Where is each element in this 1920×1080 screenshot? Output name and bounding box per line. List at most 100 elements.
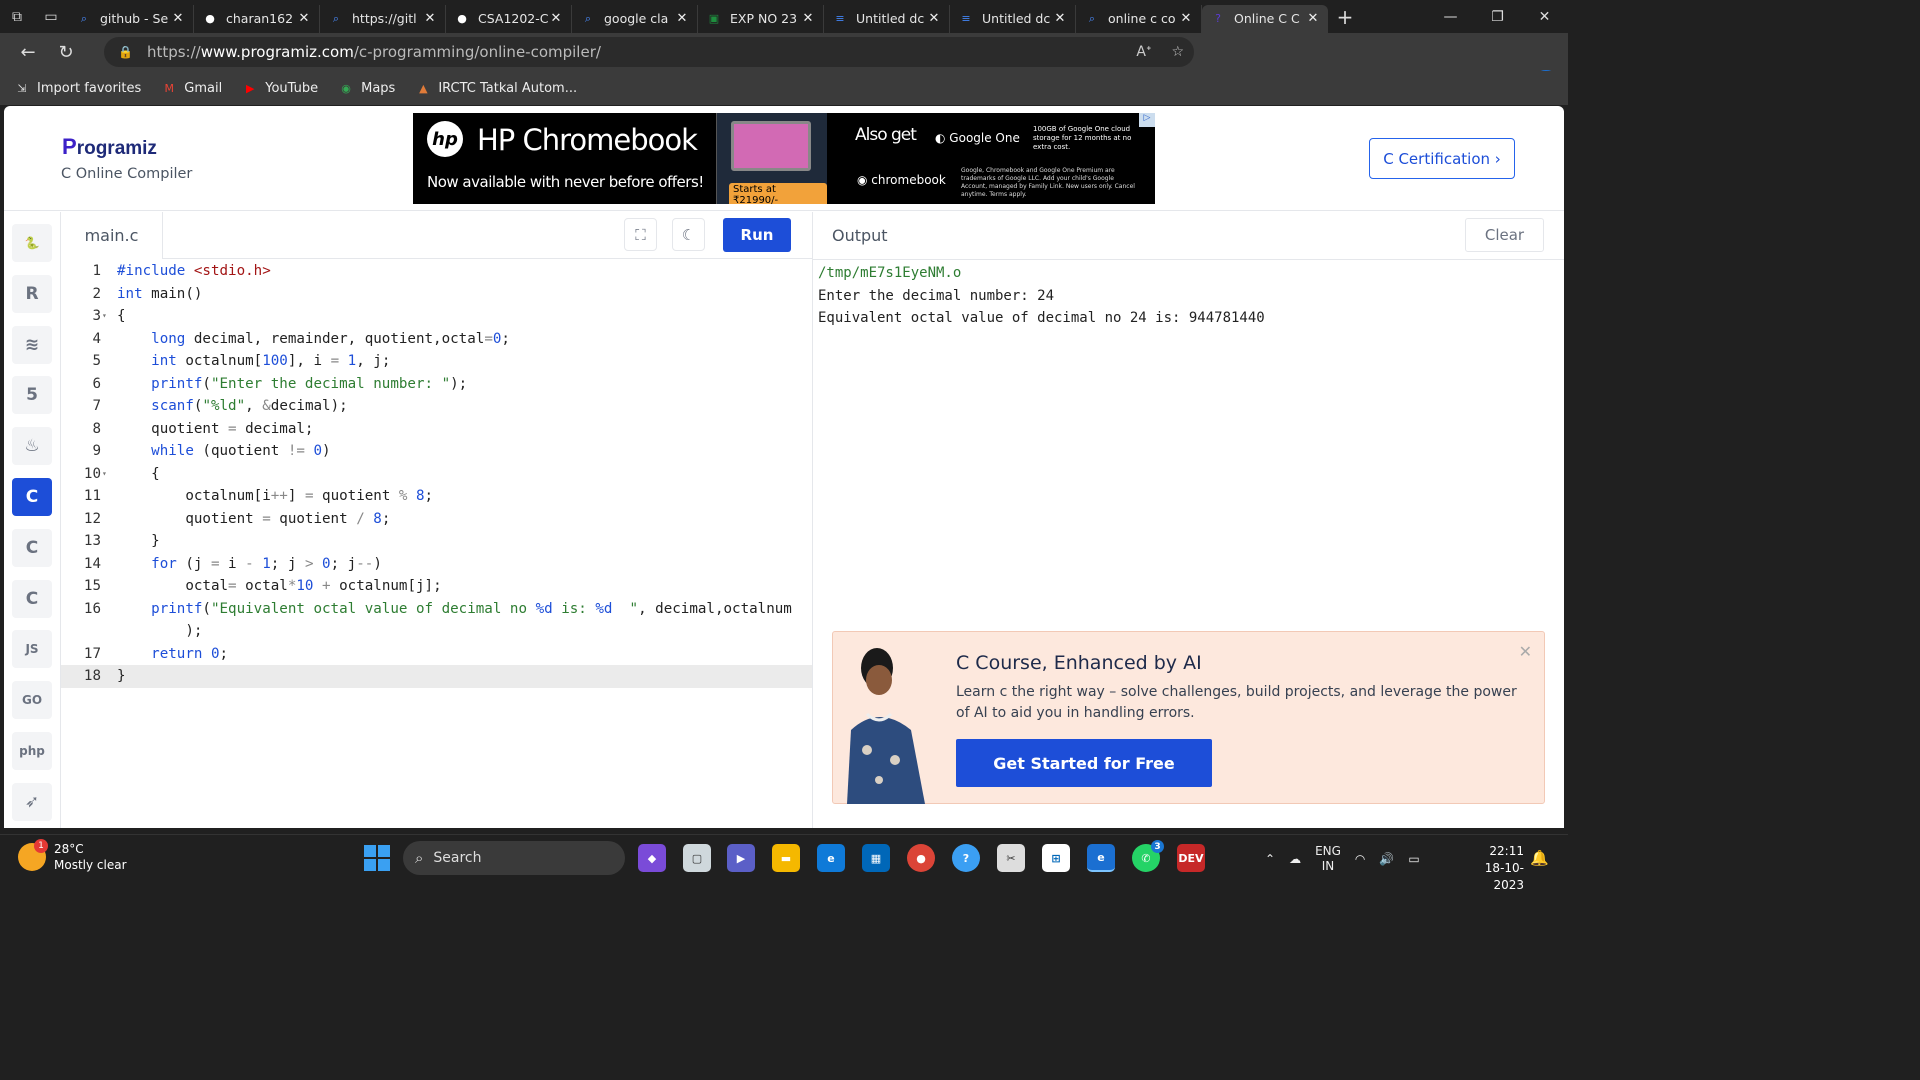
python-icon[interactable]: 🐍 xyxy=(12,224,52,262)
workspaces-icon[interactable]: ⧉ xyxy=(0,0,34,33)
code-line-active: 18} xyxy=(61,665,812,688)
minimize-icon[interactable]: — xyxy=(1427,0,1474,33)
windows-start-icon[interactable] xyxy=(364,845,390,871)
tab-title: Untitled dc xyxy=(856,11,925,26)
help-icon[interactable]: ? xyxy=(952,844,980,872)
close-tab-icon[interactable]: ✕ xyxy=(549,11,563,26)
code-line: 7 scanf("%ld", &decimal); xyxy=(61,395,812,418)
whatsapp-badge: 3 xyxy=(1151,840,1164,853)
browser-tab[interactable]: ⌕ online c co ✕ xyxy=(1076,4,1202,33)
fold-arrow-icon[interactable]: ▾ xyxy=(102,305,107,328)
refresh-icon[interactable]: ↻ xyxy=(47,36,85,68)
browser-tab[interactable]: ▣ EXP NO 23 ✕ xyxy=(698,4,824,33)
c-certification-button[interactable]: C Certification › xyxy=(1369,138,1515,179)
browser-tab[interactable]: ⌕ https://gitl ✕ xyxy=(320,4,446,33)
js-icon[interactable]: JS xyxy=(12,630,52,669)
clock[interactable]: 22:11 18-10-2023 xyxy=(1460,843,1524,894)
fold-arrow-icon[interactable]: ▾ xyxy=(102,463,107,486)
taskbar-search[interactable]: ⌕ Search xyxy=(403,841,625,875)
new-tab-button[interactable]: + xyxy=(1328,0,1362,33)
microsoft-store-icon[interactable]: ⊞ xyxy=(1042,844,1070,872)
line-number: 9 xyxy=(92,443,101,459)
go-icon[interactable]: GO xyxy=(12,681,52,720)
cpp-icon[interactable]: C xyxy=(12,528,52,567)
code-editor-panel: main.c ⛶ ☾ Run 1 #include <stdio.h> 2 int … xyxy=(61,212,812,828)
code-line: 16 printf("Equivalent octal value of dec… xyxy=(61,598,812,621)
favorite-link[interactable]: ⇲ Import favorites xyxy=(14,81,141,96)
browser-tab[interactable]: ⌕ github - Se ✕ xyxy=(68,4,194,33)
promo-description: Learn c the right way – solve challenges… xyxy=(956,684,1517,721)
output-console[interactable]: /tmp/mE7s1EyeNM.o Enter the decimal numbe… xyxy=(818,262,1265,330)
url-field[interactable]: 🔒 https://www.programiz.com/c-programmin… xyxy=(104,37,1194,67)
task-view-icon[interactable]: ▢ xyxy=(683,844,711,872)
favorite-link[interactable]: M Gmail xyxy=(161,81,223,96)
html-icon[interactable]: 5 xyxy=(12,376,52,415)
close-tab-icon[interactable]: ✕ xyxy=(927,11,941,26)
adchoices-icon[interactable]: ▷ xyxy=(1139,113,1155,127)
browser-tab[interactable]: ≡ Untitled dc ✕ xyxy=(950,4,1076,33)
csharp-icon[interactable]: C xyxy=(12,579,52,618)
tab-actions-icon[interactable]: ▭ xyxy=(34,0,68,33)
dark-mode-icon[interactable]: ☾ xyxy=(672,218,705,251)
snipping-tool-icon[interactable]: ✂ xyxy=(997,844,1025,872)
file-explorer-icon[interactable]: ▬ xyxy=(772,844,800,872)
close-tab-icon[interactable]: ✕ xyxy=(801,11,815,26)
volume-icon[interactable]: 🔊 xyxy=(1379,852,1394,866)
c-icon[interactable]: C xyxy=(12,478,52,516)
r-icon[interactable]: R xyxy=(12,274,52,313)
line-code: #include <stdio.h> xyxy=(117,263,271,279)
favorite-link[interactable]: ▶ YouTube xyxy=(242,81,318,96)
back-icon[interactable]: ← xyxy=(9,36,47,68)
line-number: 1 xyxy=(92,263,101,279)
battery-icon[interactable]: ▭ xyxy=(1408,852,1419,866)
file-tab-main-c[interactable]: main.c xyxy=(61,212,163,259)
browser-tab[interactable]: ● CSA1202-C ✕ xyxy=(446,4,572,33)
favorite-link[interactable]: ▲ IRCTC Tatkal Autom... xyxy=(415,81,577,96)
get-started-button[interactable]: Get Started for Free xyxy=(956,739,1212,787)
browser-tab[interactable]: ● charan162 ✕ xyxy=(194,4,320,33)
browser-tab[interactable]: ? Online C C ✕ xyxy=(1202,4,1328,33)
read-aloud-icon[interactable]: Aᐩ xyxy=(1136,44,1151,60)
devcpp-icon[interactable]: DEV xyxy=(1177,844,1205,872)
copilot-icon[interactable]: ◆ xyxy=(638,844,666,872)
close-tab-icon[interactable]: ✕ xyxy=(297,11,311,26)
close-window-icon[interactable]: ✕ xyxy=(1521,0,1568,33)
programiz-logo[interactable]: Programiz xyxy=(62,134,157,160)
close-tab-icon[interactable]: ✕ xyxy=(1306,11,1320,26)
notification-bell-icon[interactable]: 🔔 xyxy=(1530,849,1549,867)
browser-tab[interactable]: ⌕ google cla ✕ xyxy=(572,4,698,33)
close-promo-icon[interactable]: ✕ xyxy=(1519,642,1532,661)
weather-widget[interactable]: 1 28°C Mostly clear xyxy=(18,839,127,873)
chrome-icon[interactable]: ● xyxy=(907,844,935,872)
close-tab-icon[interactable]: ✕ xyxy=(423,11,437,26)
store-icon[interactable]: ▦ xyxy=(862,844,890,872)
favorite-star-icon[interactable]: ☆ xyxy=(1171,44,1184,60)
whatsapp-icon[interactable]: ✆ 3 xyxy=(1132,840,1164,872)
onedrive-icon[interactable]: ☁ xyxy=(1289,852,1301,866)
close-tab-icon[interactable]: ✕ xyxy=(1179,11,1193,26)
swift-icon[interactable]: ➶ xyxy=(12,782,52,821)
favorite-label: IRCTC Tatkal Autom... xyxy=(438,80,578,96)
run-button[interactable]: Run xyxy=(723,218,791,252)
close-tab-icon[interactable]: ✕ xyxy=(171,11,185,26)
teams-chat-icon[interactable]: ▶ xyxy=(727,844,755,872)
clear-button[interactable]: Clear xyxy=(1465,218,1544,252)
fullscreen-icon[interactable]: ⛶ xyxy=(624,218,657,251)
close-tab-icon[interactable]: ✕ xyxy=(1053,11,1067,26)
chevron-up-icon[interactable]: ⌃ xyxy=(1265,852,1275,866)
java-icon[interactable]: ♨ xyxy=(12,427,52,466)
code-area[interactable]: 1 #include <stdio.h> 2 int main() 3 ▾{ 4 lo… xyxy=(61,260,812,688)
favorite-label: Maps xyxy=(361,80,396,96)
line-code: printf("Enter the decimal number: "); xyxy=(151,375,468,392)
favorite-link[interactable]: ◉ Maps xyxy=(338,81,395,96)
close-tab-icon[interactable]: ✕ xyxy=(675,11,689,26)
language-indicator[interactable]: ENG IN xyxy=(1315,844,1341,874)
edge-icon[interactable]: e xyxy=(817,844,845,872)
hp-chromebook-ad[interactable]: hp HP Chromebook Now available with neve… xyxy=(413,113,1155,204)
php-icon[interactable]: php xyxy=(12,732,52,770)
edge-active-icon[interactable]: e xyxy=(1087,844,1115,872)
sql-icon[interactable]: ≋ xyxy=(12,325,52,364)
browser-tab[interactable]: ≡ Untitled dc ✕ xyxy=(824,4,950,33)
restore-icon[interactable]: ❐ xyxy=(1474,0,1521,33)
wifi-icon[interactable]: ◠ xyxy=(1355,852,1365,866)
